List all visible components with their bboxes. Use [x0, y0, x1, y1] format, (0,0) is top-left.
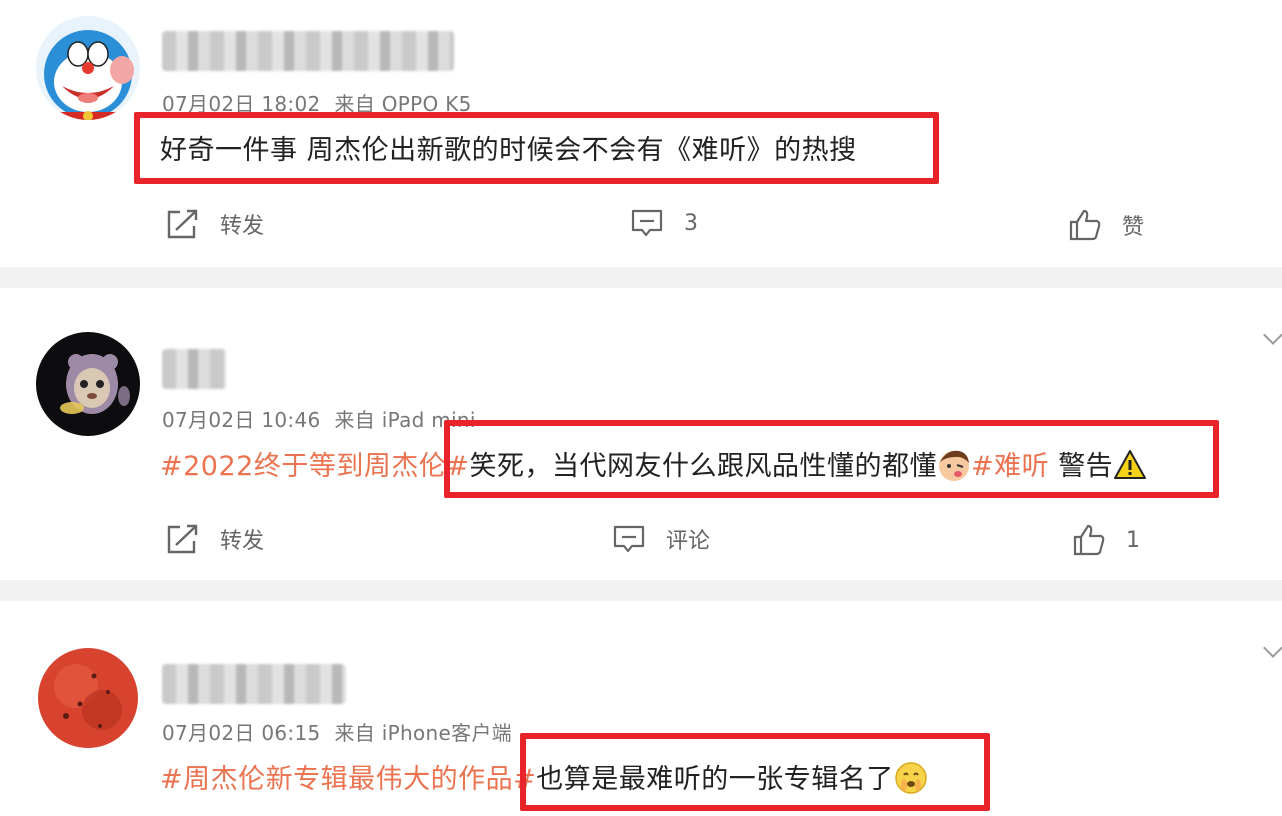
like-button[interactable]: 1 — [1072, 523, 1140, 557]
repost-button[interactable]: 转发 — [166, 208, 264, 240]
username-redacted[interactable] — [162, 664, 346, 704]
comment-feed: 07月02日 18:02 来自 OPPO K5 好奇一件事 周杰伦出新歌的时候会不… — [0, 0, 1282, 816]
username-redacted[interactable] — [162, 349, 226, 389]
post-card: 07月02日 06:15 来自 iPhone客户端 #周杰伦新专辑最伟大的作品#也… — [0, 601, 1282, 816]
comment-button[interactable]: 评论 — [612, 523, 710, 555]
post-card: 07月02日 10:46 来自 iPad mini #2022终于等到周杰伦#笑死… — [0, 288, 1282, 580]
post-source: 来自 iPhone客户端 — [334, 721, 512, 745]
topic-link[interactable]: #2022终于等到周杰伦# — [160, 451, 469, 482]
post-timestamp: 07月02日 10:46 — [162, 408, 321, 432]
like-icon — [1073, 524, 1105, 556]
post-meta: 07月02日 06:15 来自 iPhone客户端 — [162, 717, 512, 746]
red-highlight-box — [134, 112, 939, 184]
like-icon — [1069, 209, 1101, 241]
red-highlight-box — [520, 733, 990, 811]
repost-label: 转发 — [220, 214, 265, 239]
avatar[interactable] — [36, 16, 140, 120]
post-card: 07月02日 18:02 来自 OPPO K5 好奇一件事 周杰伦出新歌的时候会不… — [0, 0, 1282, 267]
like-button[interactable]: 赞 — [1068, 208, 1144, 242]
post-meta: 07月02日 10:46 来自 iPad mini — [162, 404, 476, 433]
repost-icon — [167, 524, 198, 554]
more-chevron-icon[interactable] — [1263, 638, 1282, 658]
comment-icon — [631, 209, 663, 237]
repost-label: 转发 — [220, 529, 265, 554]
avatar[interactable] — [36, 646, 140, 750]
topic-link[interactable]: #周杰伦新专辑最伟大的作品# — [160, 764, 536, 795]
like-label: 赞 — [1122, 215, 1145, 240]
like-count: 1 — [1126, 527, 1140, 553]
comment-icon — [613, 525, 645, 553]
comment-label: 评论 — [666, 529, 711, 554]
comment-count: 3 — [684, 210, 698, 236]
post-timestamp: 07月02日 06:15 — [162, 721, 321, 745]
username-redacted[interactable] — [162, 31, 454, 71]
red-highlight-box — [444, 420, 1219, 498]
comment-button[interactable]: 3 — [630, 208, 698, 238]
repost-icon — [167, 209, 198, 239]
avatar[interactable] — [36, 332, 140, 436]
more-chevron-icon[interactable] — [1263, 325, 1282, 345]
repost-button[interactable]: 转发 — [166, 523, 264, 555]
